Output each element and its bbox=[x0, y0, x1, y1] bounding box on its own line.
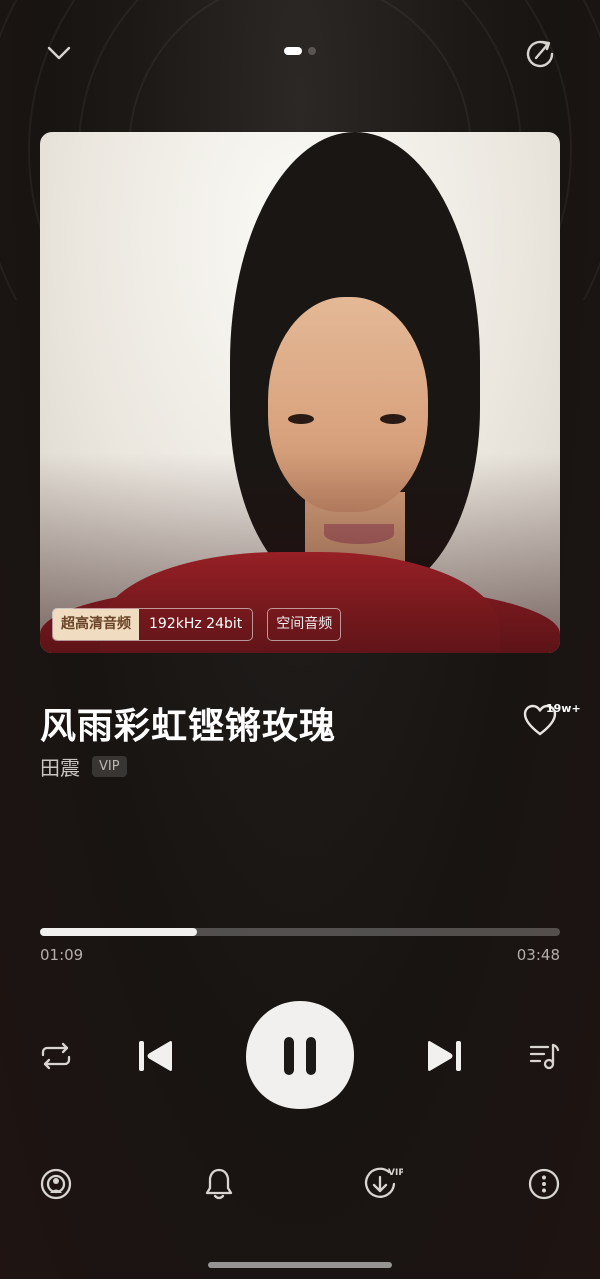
page-indicator bbox=[0, 47, 600, 55]
pause-button[interactable] bbox=[244, 999, 356, 1111]
bell-icon bbox=[205, 1168, 233, 1200]
artist-name[interactable]: 田震 bbox=[40, 752, 80, 781]
artist-row: 田震 VIP bbox=[40, 752, 127, 781]
current-time: 01:09 bbox=[40, 946, 84, 964]
share-button[interactable] bbox=[520, 34, 560, 74]
cover-art-eye bbox=[380, 414, 406, 424]
cast-button[interactable] bbox=[36, 1164, 76, 1204]
hq-audio-label: 超高清音频 bbox=[53, 609, 139, 640]
album-cover[interactable] bbox=[40, 132, 560, 653]
download-vip-badge: VIP bbox=[388, 1168, 403, 1178]
more-icon bbox=[528, 1168, 560, 1200]
audio-badges: 超高清音频 192kHz 24bit 空间音频 bbox=[52, 608, 342, 641]
song-title: 风雨彩虹铿锵玫瑰 bbox=[40, 706, 337, 747]
previous-button[interactable] bbox=[132, 1034, 180, 1078]
repeat-button[interactable] bbox=[36, 1036, 76, 1076]
next-button[interactable] bbox=[420, 1034, 468, 1078]
cover-art-eye bbox=[288, 414, 314, 424]
alarm-button[interactable] bbox=[199, 1164, 239, 1204]
vip-tag: VIP bbox=[92, 756, 127, 777]
total-time: 03:48 bbox=[516, 946, 560, 964]
playlist-icon bbox=[529, 1043, 560, 1070]
pause-icon bbox=[246, 1001, 354, 1109]
download-button[interactable]: VIP bbox=[360, 1162, 404, 1206]
progress-bar[interactable] bbox=[40, 928, 560, 936]
share-icon bbox=[526, 40, 554, 68]
home-indicator[interactable] bbox=[208, 1262, 392, 1268]
previous-icon bbox=[139, 1041, 172, 1071]
hq-audio-spec: 192kHz 24bit bbox=[149, 616, 243, 632]
download-vip-icon: VIP bbox=[364, 1167, 403, 1198]
page-dot-active bbox=[284, 47, 302, 55]
next-icon bbox=[428, 1041, 461, 1071]
page-dot[interactable] bbox=[308, 47, 316, 55]
repeat-icon bbox=[41, 1042, 71, 1070]
hq-audio-badge[interactable]: 超高清音频 192kHz 24bit bbox=[52, 608, 254, 641]
like-count: 19w+ bbox=[546, 702, 581, 715]
playlist-button[interactable] bbox=[524, 1036, 564, 1076]
spatial-audio-badge[interactable]: 空间音频 bbox=[267, 608, 342, 641]
progress-fill bbox=[40, 928, 198, 936]
more-button[interactable] bbox=[524, 1164, 564, 1204]
cast-icon bbox=[40, 1168, 72, 1200]
